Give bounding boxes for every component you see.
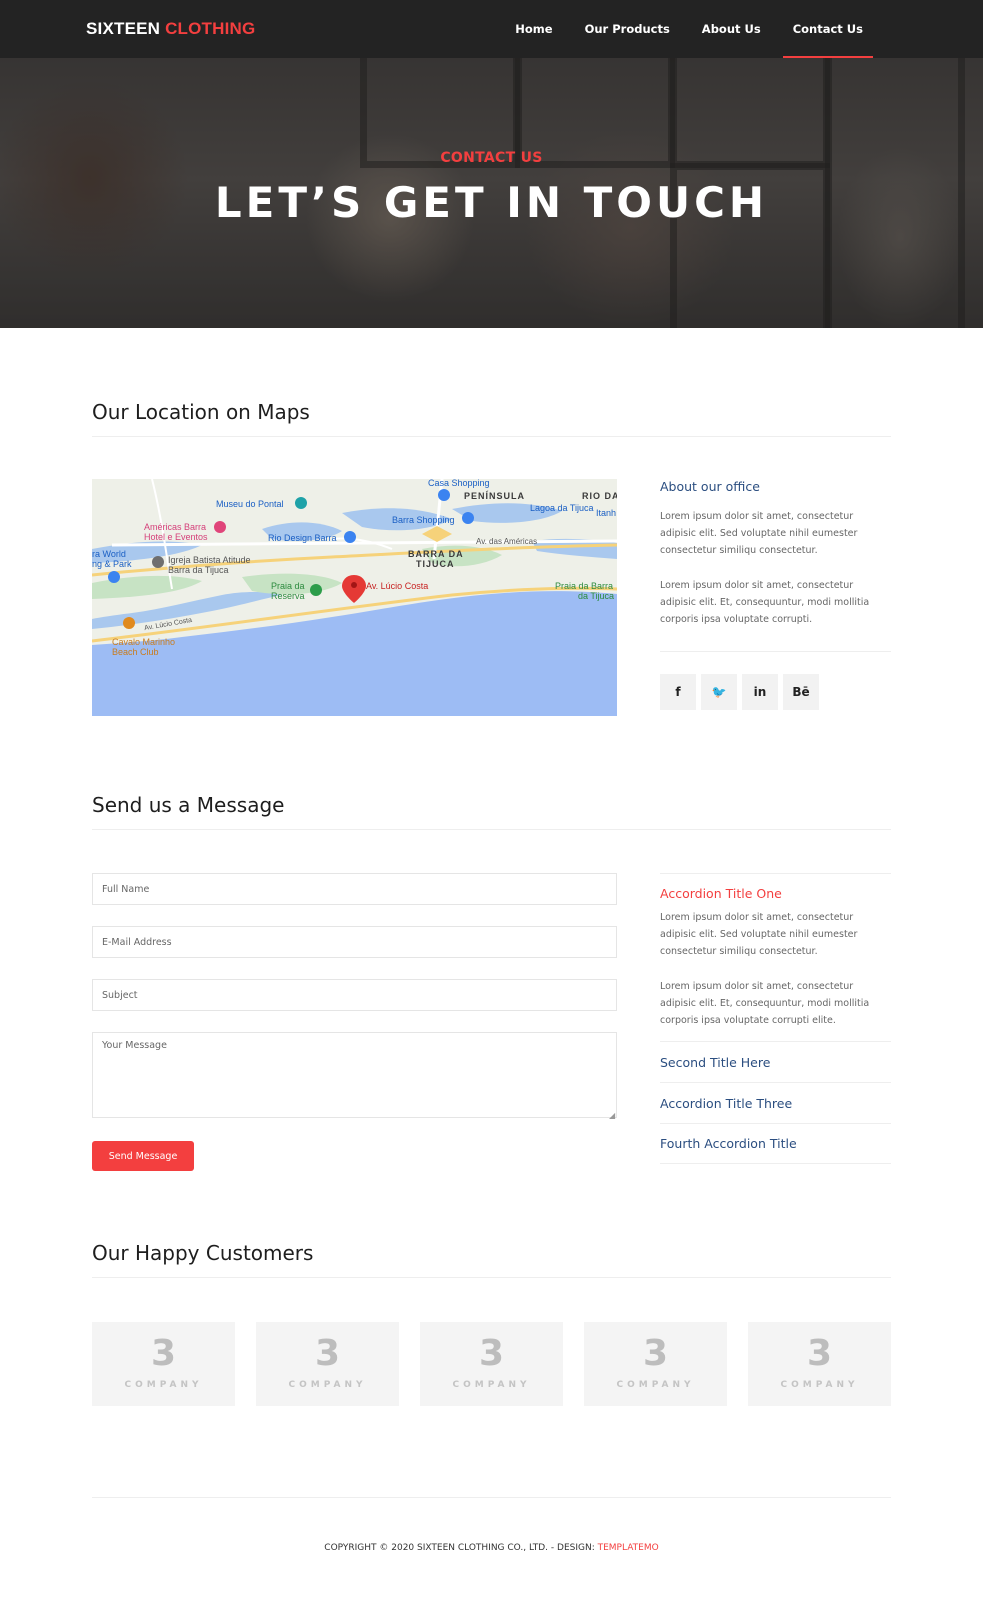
footer-copyright: COPYRIGHT © 2020 SIXTEEN CLOTHING CO., L…: [0, 1543, 983, 1553]
customers-heading: Our Happy Customers: [92, 1241, 891, 1278]
map-label: Av. Lúcio Costa: [366, 581, 429, 591]
map-label: ra World: [92, 549, 126, 559]
hero-subtitle: CONTACT US: [440, 150, 543, 166]
map-label: Barra Shopping: [392, 515, 455, 525]
twitter-icon[interactable]: 🐦: [701, 674, 737, 710]
company-logo-mark: 3: [314, 1333, 341, 1374]
company-logo-mark: 3: [806, 1333, 833, 1374]
divider: [660, 1123, 891, 1124]
map-label: Barra da Tijuca: [168, 565, 229, 575]
location-map[interactable]: Casa Shopping PENÍNSULA RIO DAS Museu do…: [92, 479, 617, 716]
divider: [660, 1082, 891, 1083]
map-label: Rio Design Barra: [268, 533, 337, 543]
map-label: Américas Barra: [144, 522, 207, 532]
hero-banner: CONTACT US LET’S GET IN TOUCH: [0, 58, 983, 328]
map-label: Cavalo Marinho: [112, 637, 176, 647]
map-label: Igreja Batista Atitude: [168, 555, 251, 565]
nav-contact-us[interactable]: Contact Us: [777, 0, 879, 58]
templatemo-link[interactable]: TEMPLATEMO: [598, 1543, 659, 1553]
customer-logo: 3 COMPANY: [584, 1322, 727, 1406]
map-label: RIO DAS: [582, 491, 617, 501]
company-logo-mark: 3: [642, 1333, 669, 1374]
map-label: Hotel e Eventos: [144, 532, 208, 542]
map-label: TIJUCA: [416, 559, 455, 569]
company-logo-word: COMPANY: [124, 1380, 203, 1390]
divider: [660, 651, 891, 652]
map-label: Beach Club: [112, 647, 159, 657]
customer-logo: 3 COMPANY: [420, 1322, 563, 1406]
company-logo-word: COMPANY: [452, 1380, 531, 1390]
office-text-2: Lorem ipsum dolor sit amet, consectetur …: [660, 580, 870, 625]
company-logo-mark: 3: [150, 1333, 177, 1374]
company-logo-word: COMPANY: [616, 1380, 695, 1390]
divider: [660, 873, 891, 874]
map-label: Museu do Pontal: [216, 499, 284, 509]
customer-logo: 3 COMPANY: [748, 1322, 891, 1406]
linkedin-icon[interactable]: in: [742, 674, 778, 710]
resize-handle-icon[interactable]: ◢: [609, 1111, 615, 1120]
nav-our-products[interactable]: Our Products: [569, 0, 686, 58]
accordion-title-3[interactable]: Accordion Title Three: [660, 1096, 792, 1111]
customer-logo: 3 COMPANY: [92, 1322, 235, 1406]
map-label: Casa Shopping: [428, 479, 490, 488]
navbar: SIXTEEN CLOTHING Home Our Products About…: [0, 0, 983, 58]
map-label: Av. das Américas: [476, 537, 538, 546]
map-label: PENÍNSULA: [464, 491, 526, 501]
map-label: Reserva: [271, 591, 305, 601]
map-label: Praia da Barra: [555, 581, 614, 591]
accordion-title-4[interactable]: Fourth Accordion Title: [660, 1136, 797, 1151]
nav-links: Home Our Products About Us Contact Us: [499, 0, 879, 58]
divider: [660, 1163, 891, 1164]
location-heading: Our Location on Maps: [92, 400, 891, 437]
copyright-text: COPYRIGHT © 2020 SIXTEEN CLOTHING CO., L…: [324, 1543, 598, 1553]
map-label: BARRA DA: [408, 549, 464, 559]
map-label: Praia da: [271, 581, 305, 591]
brand-accent: CLOTHING: [165, 19, 256, 38]
email-input[interactable]: [92, 926, 617, 958]
footer-divider: [92, 1497, 891, 1498]
brand-main: SIXTEEN: [86, 19, 161, 38]
nav-home[interactable]: Home: [499, 0, 568, 58]
map-label: Lagoa da Tijuca: [530, 503, 594, 513]
subject-input[interactable]: [92, 979, 617, 1011]
map-graphic: [92, 479, 617, 645]
facebook-icon[interactable]: f: [660, 674, 696, 710]
hero-title: LET’S GET IN TOUCH: [214, 178, 769, 227]
nav-about-us[interactable]: About Us: [686, 0, 777, 58]
full-name-input[interactable]: [92, 873, 617, 905]
office-text-1: Lorem ipsum dolor sit amet, consectetur …: [660, 511, 858, 556]
company-logo-word: COMPANY: [780, 1380, 859, 1390]
divider: [660, 1041, 891, 1042]
company-logo-word: COMPANY: [288, 1380, 367, 1390]
send-message-button[interactable]: Send Message: [92, 1141, 194, 1171]
message-textarea[interactable]: [92, 1032, 617, 1118]
message-heading: Send us a Message: [92, 793, 891, 830]
accordion-text-2: Lorem ipsum dolor sit amet, consectetur …: [660, 981, 870, 1026]
map-label: Itanh: [596, 508, 617, 518]
accordion-title-2[interactable]: Second Title Here: [660, 1055, 770, 1070]
office-title: About our office: [660, 479, 760, 494]
customer-logo: 3 COMPANY: [256, 1322, 399, 1406]
behance-icon[interactable]: Bē: [783, 674, 819, 710]
company-logo-mark: 3: [478, 1333, 505, 1374]
map-label: ng & Park: [92, 559, 132, 569]
brand-logo[interactable]: SIXTEEN CLOTHING: [86, 19, 255, 39]
accordion-title-1[interactable]: Accordion Title One: [660, 886, 782, 901]
map-label: da Tijuca: [578, 591, 615, 601]
accordion-text-1: Lorem ipsum dolor sit amet, consectetur …: [660, 912, 858, 957]
